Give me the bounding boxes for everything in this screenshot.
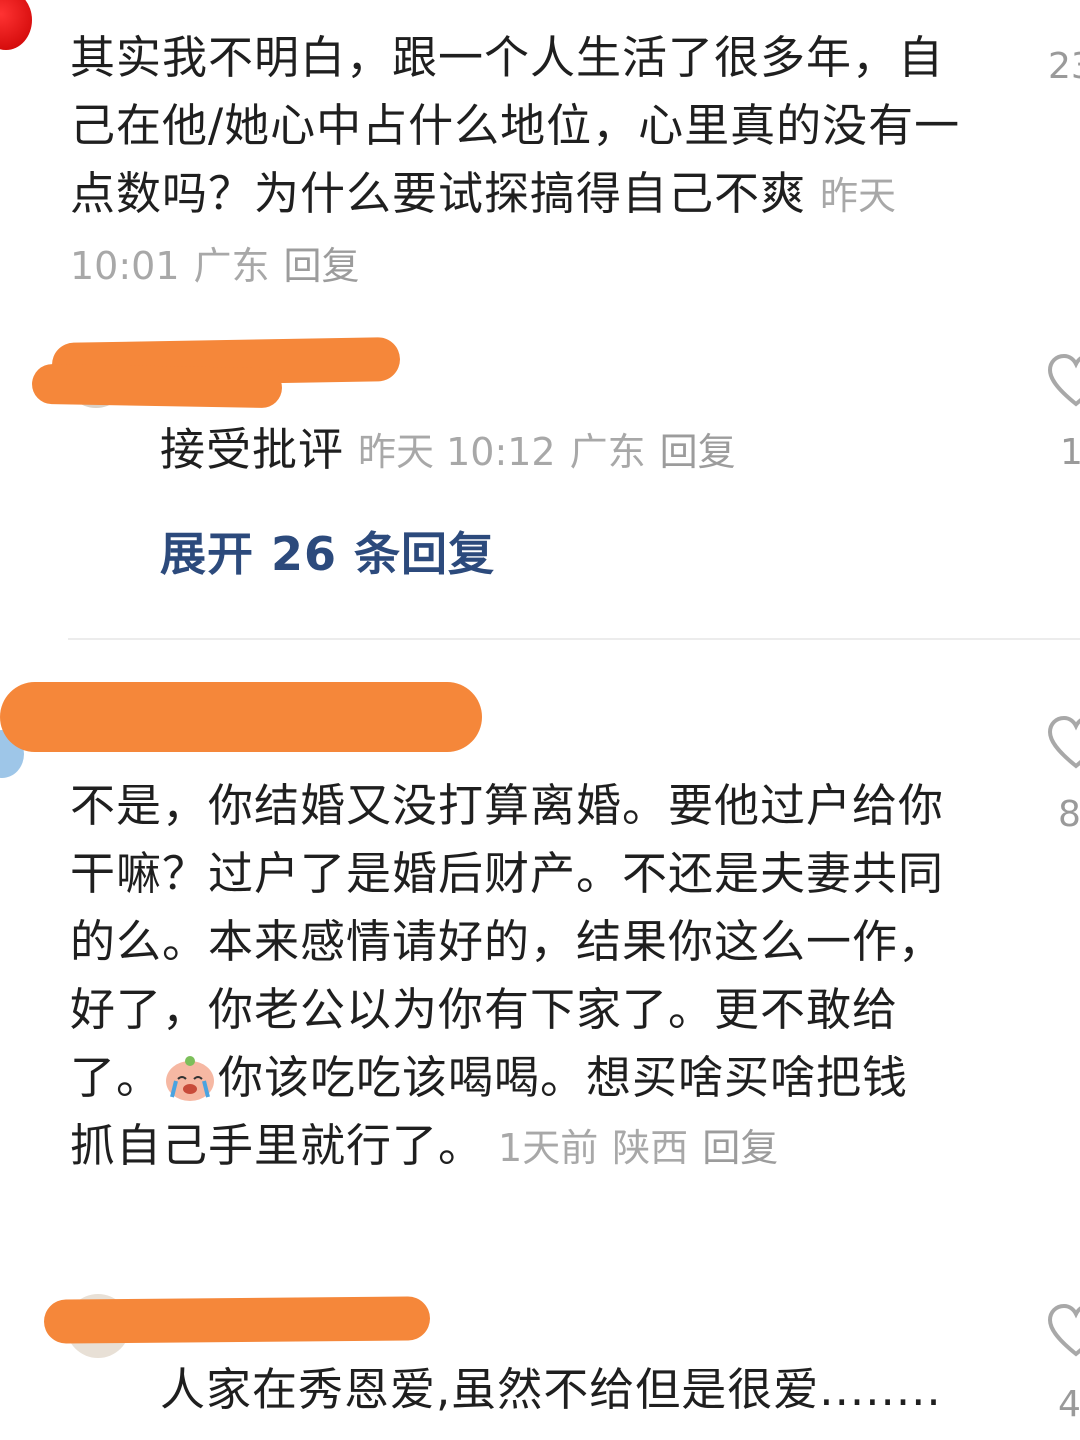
comment-meta: 昨天 10:12 广东 回复 (358, 430, 750, 474)
reply-button[interactable]: 回复 (660, 430, 736, 474)
comment-time: 1天前 (498, 1126, 599, 1170)
reply-button[interactable]: 回复 (284, 244, 360, 288)
comment-body: 人家在秀恩爱,虽然不给但是很爱........ (160, 1363, 942, 1416)
redaction-mark (43, 1296, 431, 1344)
avatar[interactable] (0, 0, 32, 50)
comment-location: 陕西 (612, 1126, 689, 1170)
comment-time: 昨天 10:12 (358, 430, 556, 474)
comment-meta: 1天前 陕西 回复 (498, 1126, 792, 1170)
divider (68, 638, 1080, 640)
expand-replies-button[interactable]: 展开 26 条回复 (160, 518, 495, 584)
redaction-mark (0, 682, 482, 752)
heart-icon[interactable] (1046, 1302, 1080, 1362)
comment-text: 人家在秀恩爱,虽然不给但是很爱........ (160, 1356, 1000, 1424)
comment-text: 接受批评 昨天 10:12 广东 回复 (160, 416, 980, 486)
comment-location: 广东 (193, 244, 270, 288)
like-count: 1 (1060, 432, 1080, 473)
heart-icon[interactable] (1046, 352, 1080, 412)
like-count: 23 (1048, 46, 1080, 87)
redaction-mark (31, 363, 283, 409)
like-count: 4 (1058, 1384, 1080, 1425)
crying-face-emoji (162, 1051, 218, 1103)
reply-button[interactable]: 回复 (702, 1126, 778, 1170)
heart-icon[interactable] (1046, 714, 1080, 774)
comment-text: 不是，你结婚又没打算离婚。要他过户给你干嘛？过户了是婚后财产。不还是夫妻共同的么… (70, 772, 950, 1182)
comment-location: 广东 (569, 430, 646, 474)
comment-body: 接受批评 (160, 423, 345, 476)
like-count: 8 (1058, 794, 1080, 835)
comment-text: 其实我不明白，跟一个人生活了很多年，自己在他/她心中占什么地位，心里真的没有一点… (70, 24, 970, 300)
